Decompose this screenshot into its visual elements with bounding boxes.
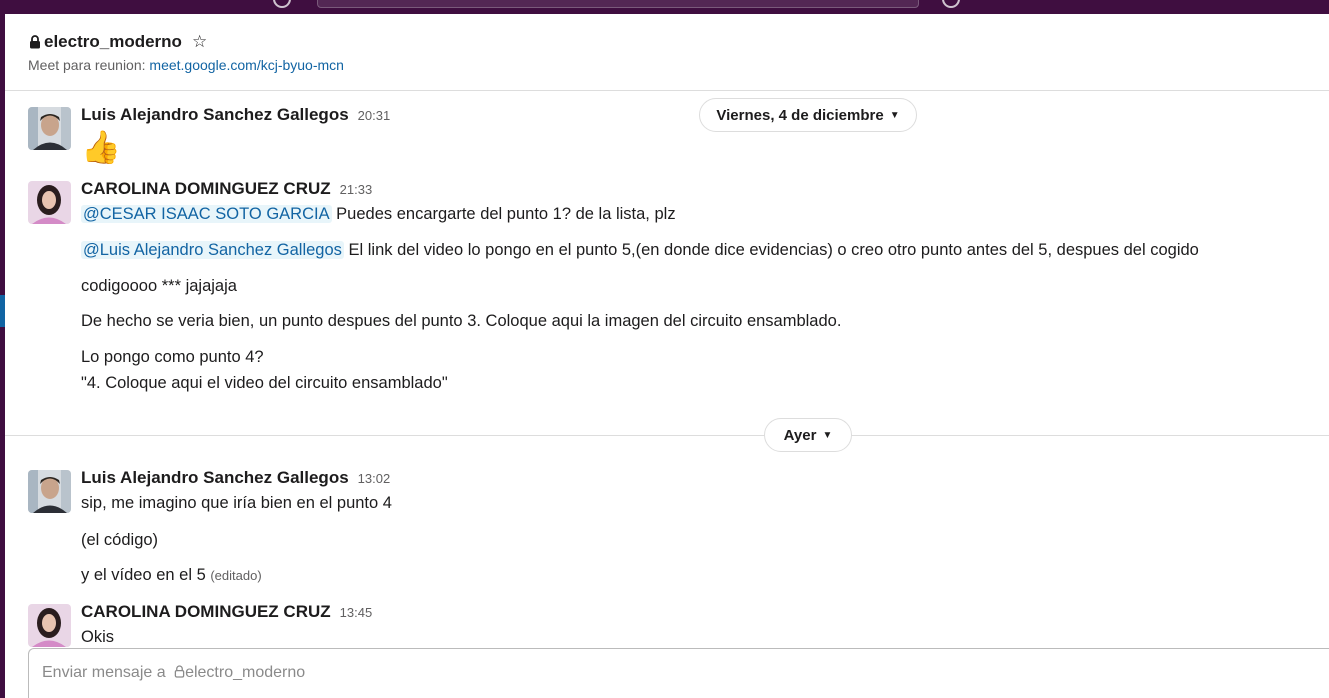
date-divider-line [5,435,1329,436]
text-span: El link del video lo pongo en el punto 5… [343,241,1199,259]
author-name[interactable]: Luis Alejandro Sanchez Gallegos [81,105,349,125]
message-meta: CAROLINA DOMINGUEZ CRUZ 13:45 [81,602,372,622]
channel-header: electro_moderno ☆ Meet para reunion: mee… [5,14,1329,91]
composer-placeholder-channel: electro_moderno [185,664,306,681]
history-icon[interactable] [273,0,291,8]
avatar[interactable] [28,470,71,513]
topic-link[interactable]: meet.google.com/kcj-byuo-mcn [149,57,344,73]
lock-icon [30,35,40,49]
text-span: y el vídeo en el 5 [81,566,206,584]
author-name[interactable]: CAROLINA DOMINGUEZ CRUZ [81,602,331,622]
message-meta: Luis Alejandro Sanchez Gallegos 13:02 [81,468,390,488]
message-meta: CAROLINA DOMINGUEZ CRUZ 21:33 [81,179,372,199]
edited-label: (editado) [210,568,262,583]
author-name[interactable]: CAROLINA DOMINGUEZ CRUZ [81,179,331,199]
channel-topic: Meet para reunion: meet.google.com/kcj-b… [28,57,344,73]
date-divider-label: Viernes, 4 de diciembre [716,106,884,124]
channel-name: electro_moderno [44,32,182,51]
composer-placeholder-prefix: Enviar mensaje a [42,664,166,681]
avatar[interactable] [28,181,71,224]
thumbs-up-emoji: 👍 [81,129,121,165]
message-list: Luis Alejandro Sanchez Gallegos 20:31 👍 … [5,91,1329,647]
timestamp[interactable]: 21:33 [340,182,373,197]
avatar[interactable] [28,107,71,150]
avatar[interactable] [28,604,71,647]
top-bar [0,0,1329,14]
text-span: Puedes encargarte del punto 1? de la lis… [331,205,676,223]
message-meta: Luis Alejandro Sanchez Gallegos 20:31 [81,105,390,125]
message-text: codigoooo *** jajajaja [81,277,237,295]
message-text: Okis [81,628,114,646]
timestamp[interactable]: 13:45 [340,605,373,620]
chevron-down-icon: ▼ [822,429,833,441]
message-text: sip, me imagino que iría bien en el punt… [81,494,392,512]
lock-icon [174,665,185,678]
timestamp[interactable]: 13:02 [358,471,391,486]
author-name[interactable]: Luis Alejandro Sanchez Gallegos [81,468,349,488]
message-text: y el vídeo en el 5 (editado) [81,566,262,585]
message-text: @CESAR ISAAC SOTO GARCIA Puedes encargar… [81,205,676,224]
composer-placeholder[interactable]: Enviar mensaje a electro_moderno [42,664,305,682]
star-icon[interactable]: ☆ [192,32,207,52]
message-text: De hecho se veria bien, un punto despues… [81,312,842,330]
message-text: Lo pongo como punto 4? [81,348,264,366]
message-composer[interactable]: Enviar mensaje a electro_moderno [28,648,1329,698]
search-input[interactable] [317,0,919,8]
date-divider-label: Ayer [783,426,817,444]
timestamp[interactable]: 20:31 [358,108,391,123]
topic-label: Meet para reunion: [28,57,146,73]
date-divider-button[interactable]: Ayer ▼ [764,418,852,452]
channel-title[interactable]: electro_moderno ☆ [29,32,207,52]
date-divider-button[interactable]: Viernes, 4 de diciembre ▼ [699,98,917,132]
chevron-down-icon: ▼ [889,109,900,121]
message-text: (el código) [81,531,159,549]
message-text: "4. Coloque aqui el video del circuito e… [81,374,448,392]
user-mention[interactable]: @Luis Alejandro Sanchez Gallegos [81,241,344,259]
help-icon[interactable] [942,0,960,8]
message-text: @Luis Alejandro Sanchez Gallegos El link… [81,241,1199,260]
user-mention[interactable]: @CESAR ISAAC SOTO GARCIA [81,205,332,223]
